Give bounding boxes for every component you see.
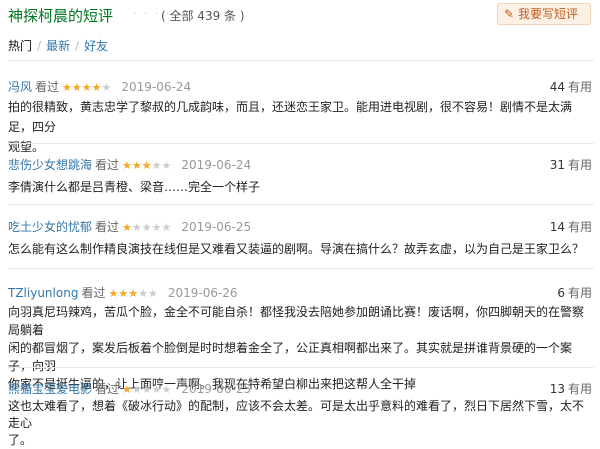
star-icon: ★ [131,383,142,396]
review-date: 2019-06-25 [181,220,252,234]
review-date: 2019-06-25 [181,382,252,396]
review-date: 2019-06-24 [121,80,192,94]
star-icon: ★ [122,221,132,234]
review-meta: 吃土少女的忧郁 看过 ★★★★★ 2019-06-25 [8,218,251,236]
useful-vote[interactable]: 13 有用 [550,380,592,397]
useful-label: 有用 [567,158,592,172]
review-content: 拍的很精致，黄志忠学了黎叔的几成韵味，而且，还迷恋王家卫。能用进电视剧，很不容易… [8,97,590,157]
review-line: 拍的很精致，黄志忠学了黎叔的几成韵味，而且，还迷恋王家卫。能用进电视剧，很不容易… [8,100,573,134]
review-line: 观望。 [8,140,45,154]
review-meta: 悲伤少女想跳海 看过 ★★★★★ 2019-06-24 [8,156,251,174]
watch-status: 看过 [95,220,120,234]
star-icon: ★ [108,287,119,300]
review-content: 怎么能有这么制作精良演技在线但是又难看又装逼的剧啊。导演在搞什么？故弄玄虚，以为… [8,239,590,259]
write-review-label: 我要写短评 [518,7,579,21]
rating-stars: ★★★★★ [122,383,171,396]
divider [8,143,594,144]
star-icon: ★ [138,287,148,300]
useful-count: 6 [557,286,565,300]
useful-label: 有用 [567,220,592,234]
useful-label: 有用 [567,286,592,300]
review-line: 向羽真尼玛辣鸡，苦瓜个脸，金全不可能自杀！都怪我没去陪她参加朗诵比赛！废话啊，你… [8,305,585,337]
review-username[interactable]: TZliyunlong [8,286,78,300]
star-icon: ★ [71,81,82,94]
review-content: 李倩演什么都是吕青橙、梁音……完全一个样子 [8,177,590,197]
divider [8,60,594,61]
divider [8,204,594,205]
review-username[interactable]: 悲伤少女想跳海 [8,158,92,172]
star-icon: ★ [91,81,102,94]
star-icon: ★ [122,383,132,396]
reviews-total-count[interactable]: ( 全部 439 条 ) [161,7,245,24]
useful-label: 有用 [567,382,592,396]
watch-status: 看过 [81,286,106,300]
reviews-header: 神探柯晨的短评 · · · · · · ( 全部 439 条 ) ✎ 我要写短评 [0,0,600,28]
pencil-icon: ✎ [504,7,515,21]
star-icon: ★ [118,287,129,300]
star-icon: ★ [161,221,172,234]
star-icon: ★ [141,159,152,172]
review-line: 闲的都冒烟了，案发后板着个脸倒是时时想着金全了，公正真相啊都出来了。其实就是拼谁… [8,341,573,373]
review-date: 2019-06-24 [181,158,252,172]
star-icon: ★ [141,383,152,396]
rating-stars: ★★★★★ [122,221,171,234]
star-icon: ★ [151,221,162,234]
useful-count: 31 [549,158,565,172]
review-username[interactable]: 吃土少女的忧郁 [8,220,92,234]
rating-stars: ★★★★★ [62,81,111,94]
useful-vote[interactable]: 14 有用 [550,218,592,235]
review-line: 怎么能有这么制作精良演技在线但是又难看又装逼的剧啊。导演在搞什么？故弄玄虚，以为… [8,242,585,256]
review-meta: 冯风 看过 ★★★★★ 2019-06-24 [8,78,191,96]
star-icon: ★ [131,221,142,234]
watch-status: 看过 [95,382,120,396]
review-meta: TZliyunlong 看过 ★★★★★ 2019-06-26 [8,284,238,302]
short-reviews-page: 神探柯晨的短评 · · · · · · ( 全部 439 条 ) ✎ 我要写短评… [0,0,600,447]
review-username[interactable]: 熊猫宝宝爱电影 [8,382,92,396]
useful-vote[interactable]: 6 有用 [557,284,592,301]
divider [8,268,594,269]
star-icon: ★ [141,221,152,234]
watch-status: 看过 [95,158,120,172]
review-date: 2019-06-26 [167,286,238,300]
star-icon: ★ [151,159,162,172]
star-icon: ★ [122,159,132,172]
page-title[interactable]: 神探柯晨的短评 [8,5,113,26]
star-icon: ★ [128,287,139,300]
tab-separator: / [37,39,42,53]
star-icon: ★ [151,383,162,396]
useful-count: 13 [549,382,565,396]
star-icon: ★ [147,287,158,300]
star-icon: ★ [101,81,112,94]
watch-status: 看过 [35,80,60,94]
tab-friends[interactable]: 好友 [84,37,108,54]
sort-tabs: 热门 / 最新 / 好友 [8,37,108,54]
useful-count: 44 [549,80,565,94]
star-icon: ★ [131,159,142,172]
review-username[interactable]: 冯风 [8,80,32,94]
review-content: 这也太难看了，想着《破冰行动》的配制，应该不会太差。可是太出乎意料的难看了，烈日… [8,398,590,449]
review-line: 李倩演什么都是吕青橙、梁音……完全一个样子 [8,180,261,194]
useful-count: 14 [549,220,565,234]
star-icon: ★ [62,81,72,94]
review-meta: 熊猫宝宝爱电影 看过 ★★★★★ 2019-06-25 [8,380,251,398]
review-line: 了。 [8,433,33,447]
useful-vote[interactable]: 44 有用 [550,78,592,95]
star-icon: ★ [81,81,92,94]
tab-separator: / [75,39,80,53]
star-icon: ★ [161,383,172,396]
rating-stars: ★★★★★ [108,287,157,300]
tab-hot[interactable]: 热门 [8,37,32,54]
useful-label: 有用 [567,80,592,94]
star-icon: ★ [161,159,172,172]
tab-latest[interactable]: 最新 [46,37,70,54]
review-line: 这也太难看了，想着《破冰行动》的配制，应该不会太差。可是太出乎意料的难看了，烈日… [8,399,585,430]
useful-vote[interactable]: 31 有用 [550,156,592,173]
write-review-button[interactable]: ✎ 我要写短评 [497,3,591,25]
rating-stars: ★★★★★ [122,159,171,172]
divider [8,367,594,368]
